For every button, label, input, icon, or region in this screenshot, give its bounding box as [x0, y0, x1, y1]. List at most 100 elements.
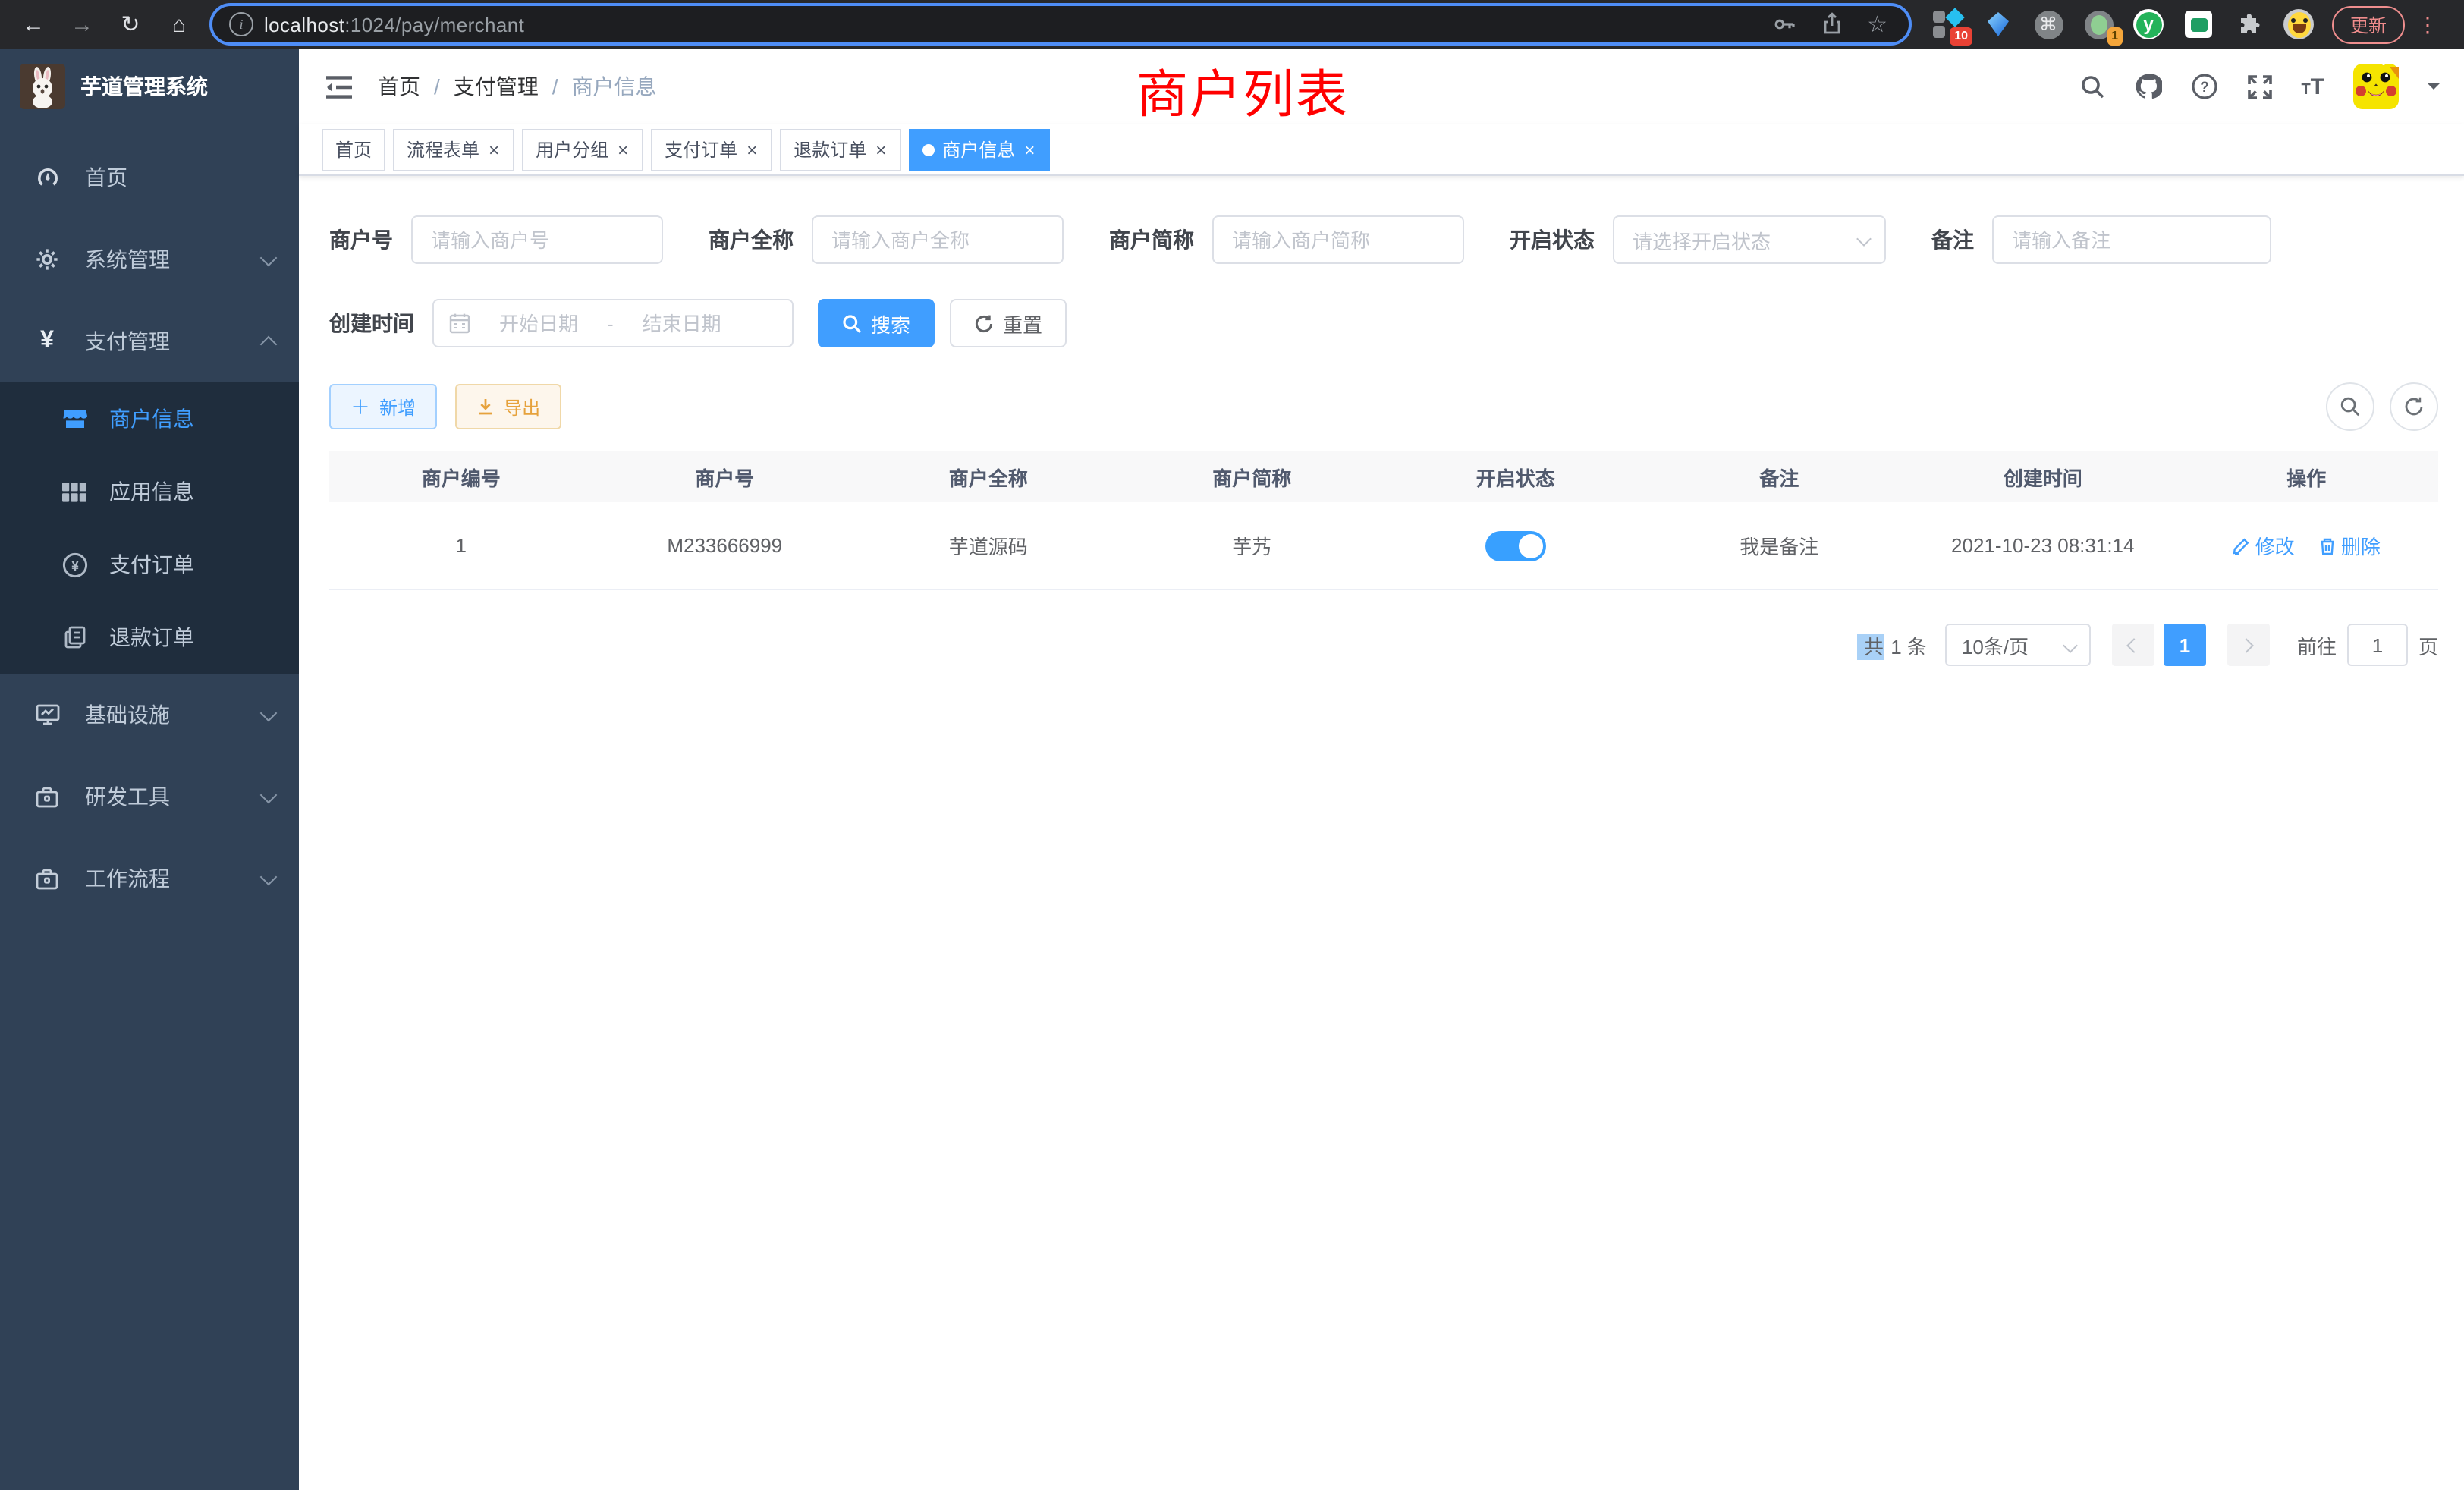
- total-prefix: 共: [1858, 633, 1885, 659]
- cell-remark: 我是备注: [1648, 531, 1912, 560]
- next-page-button[interactable]: [2227, 624, 2270, 666]
- sidebar-item-system[interactable]: 系统管理: [0, 218, 299, 300]
- collapse-sidebar-icon[interactable]: [323, 71, 354, 102]
- extension-balloon-icon[interactable]: [1983, 9, 2013, 39]
- sidebar-item-workflow[interactable]: 工作流程: [0, 838, 299, 919]
- tab-merchant-info[interactable]: 商户信息 ×: [909, 128, 1050, 171]
- export-button[interactable]: 导出: [455, 384, 561, 429]
- tab-label: 用户分组: [536, 137, 608, 162]
- sidebar-item-pay[interactable]: ¥ 支付管理: [0, 300, 299, 382]
- status-select[interactable]: 请选择开启状态: [1613, 215, 1886, 264]
- sidebar-item-merchant-info[interactable]: 商户信息: [0, 382, 299, 455]
- extension-chat-icon[interactable]: [2183, 9, 2214, 39]
- bookmark-star-icon[interactable]: ☆: [1867, 13, 1887, 36]
- tab-process-form[interactable]: 流程表单×: [393, 128, 514, 171]
- breadcrumb-separator: /: [434, 74, 440, 99]
- sidebar-item-label: 首页: [85, 162, 127, 193]
- extension-badge: 10: [1950, 27, 1972, 46]
- chevron-down-icon: [2063, 638, 2078, 653]
- end-date-input[interactable]: [623, 310, 741, 336]
- grid-icon: [58, 482, 91, 501]
- tab-label: 商户信息: [942, 137, 1015, 162]
- pay-submenu: 商户信息 应用信息 ¥ 支付订单: [0, 382, 299, 674]
- font-size-icon[interactable]: TT: [2301, 74, 2324, 99]
- breadcrumb-pay[interactable]: 支付管理: [454, 71, 539, 102]
- total-suffix: 条: [1907, 635, 1927, 658]
- remark-input[interactable]: [1992, 215, 2271, 264]
- add-button-label: 新增: [379, 394, 416, 420]
- tab-refund-order[interactable]: 退款订单×: [780, 128, 901, 171]
- extension-badge: 1: [2107, 27, 2123, 46]
- breadcrumb-home[interactable]: 首页: [378, 71, 420, 102]
- field-label: 备注: [1931, 225, 1974, 255]
- fullscreen-icon[interactable]: [2246, 74, 2272, 99]
- extension-command-icon[interactable]: ⌘: [2033, 9, 2063, 39]
- home-icon[interactable]: ⌂: [158, 5, 200, 44]
- add-button[interactable]: ＋ 新增: [329, 384, 437, 429]
- filter-status: 开启状态 请选择开启状态: [1510, 215, 1886, 264]
- table-row: 1 M233666999 芋道源码 芋艿 我是备注 2021-10-23 08:…: [329, 502, 2438, 590]
- profile-avatar-icon[interactable]: [2283, 9, 2314, 39]
- page-1-button[interactable]: 1: [2164, 624, 2206, 666]
- extension-y-icon[interactable]: y: [2133, 9, 2164, 39]
- edit-link[interactable]: 修改: [2233, 531, 2295, 560]
- github-icon[interactable]: [2134, 73, 2161, 100]
- key-icon[interactable]: [1771, 12, 1796, 36]
- select-placeholder: 请选择开启状态: [1633, 225, 1771, 254]
- sidebar-item-label: 基础设施: [85, 699, 170, 730]
- prev-page-button[interactable]: [2112, 624, 2154, 666]
- toggle-search-button[interactable]: [2326, 382, 2374, 431]
- tab-user-group[interactable]: 用户分组 ×: [522, 128, 643, 171]
- help-icon[interactable]: ?: [2190, 73, 2217, 100]
- short-name-input[interactable]: [1212, 215, 1464, 264]
- page-size-select[interactable]: 10条/页: [1945, 624, 2091, 666]
- caret-down-icon[interactable]: [2428, 83, 2440, 96]
- field-label: 开启状态: [1510, 225, 1595, 255]
- filter-create-time: 创建时间 -: [329, 299, 794, 347]
- browser-update-button[interactable]: 更新: [2332, 5, 2405, 43]
- filter-merchant-no: 商户号: [329, 215, 663, 264]
- forward-icon[interactable]: →: [61, 5, 103, 44]
- close-icon[interactable]: ×: [616, 140, 630, 159]
- merchant-no-input[interactable]: [411, 215, 663, 264]
- close-icon[interactable]: ×: [874, 140, 888, 159]
- document-icon: [58, 625, 91, 649]
- merchant-table: 商户编号 商户号 商户全称 商户简称 开启状态 备注 创建时间 操作 1 M23…: [329, 451, 2438, 590]
- extensions-puzzle-icon[interactable]: [2233, 9, 2264, 39]
- goto-page-input[interactable]: [2347, 624, 2408, 666]
- search-icon[interactable]: [2079, 74, 2105, 99]
- sidebar-item-devtools[interactable]: 研发工具: [0, 756, 299, 838]
- address-bar[interactable]: i localhost:1024/pay/merchant ☆: [209, 3, 1912, 46]
- sidebar-logo-row[interactable]: 芋道管理系统: [0, 49, 299, 124]
- chevron-down-icon: [260, 868, 278, 885]
- delete-link[interactable]: 删除: [2318, 531, 2381, 560]
- sidebar-item-infra[interactable]: 基础设施: [0, 674, 299, 756]
- close-icon[interactable]: ×: [1023, 140, 1036, 159]
- close-icon[interactable]: ×: [745, 140, 759, 159]
- browser-menu-icon[interactable]: ⋮: [2417, 11, 2438, 37]
- reload-icon[interactable]: ↻: [109, 5, 152, 44]
- sidebar-item-pay-order[interactable]: ¥ 支付订单: [0, 528, 299, 601]
- reset-button[interactable]: 重置: [950, 299, 1067, 347]
- refresh-button[interactable]: [2390, 382, 2438, 431]
- sidebar-item-app-info[interactable]: 应用信息: [0, 455, 299, 528]
- tab-home[interactable]: 首页: [322, 128, 385, 171]
- share-icon[interactable]: [1820, 12, 1843, 36]
- status-toggle[interactable]: [1485, 530, 1546, 561]
- close-icon[interactable]: ×: [487, 140, 501, 159]
- date-range-picker[interactable]: -: [432, 299, 794, 347]
- back-icon[interactable]: ←: [12, 5, 55, 44]
- extension-recorder-icon[interactable]: 1: [2083, 9, 2114, 39]
- extension-squares-icon[interactable]: 10: [1933, 9, 1963, 39]
- tab-label: 支付订单: [665, 137, 737, 162]
- sidebar-item-refund-order[interactable]: 退款订单: [0, 601, 299, 674]
- start-date-input[interactable]: [479, 310, 598, 336]
- tab-pay-order[interactable]: 支付订单 ×: [651, 128, 772, 171]
- svg-text:¥: ¥: [71, 558, 78, 573]
- site-info-icon[interactable]: i: [228, 11, 255, 38]
- sidebar-item-home[interactable]: 首页: [0, 137, 299, 218]
- gear-icon: [30, 247, 64, 272]
- user-avatar[interactable]: [2353, 64, 2399, 109]
- full-name-input[interactable]: [812, 215, 1064, 264]
- search-button[interactable]: 搜索: [818, 299, 935, 347]
